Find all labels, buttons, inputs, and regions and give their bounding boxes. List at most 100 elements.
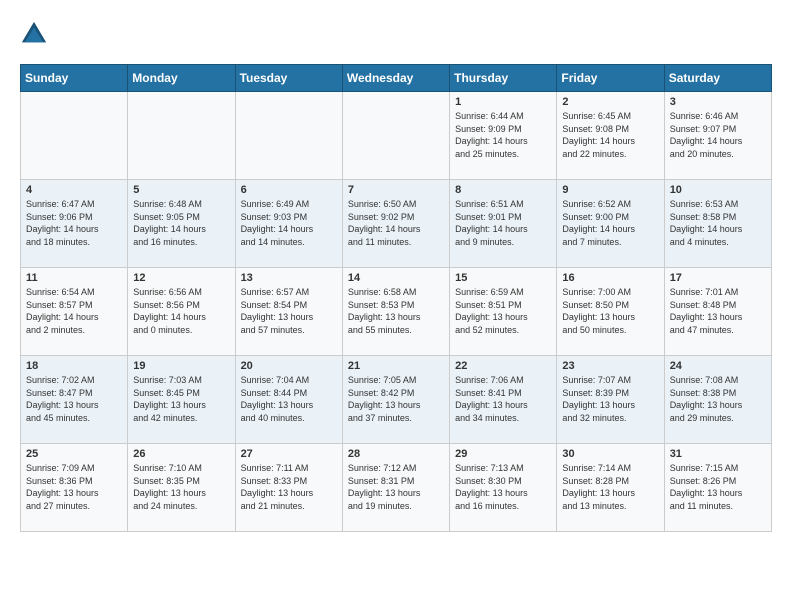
cell-info-line: Daylight: 14 hours (133, 223, 229, 236)
cell-info-line: Daylight: 13 hours (133, 487, 229, 500)
calendar-cell: 13Sunrise: 6:57 AMSunset: 8:54 PMDayligh… (235, 268, 342, 356)
day-number: 8 (455, 184, 551, 196)
calendar-cell: 11Sunrise: 6:54 AMSunset: 8:57 PMDayligh… (21, 268, 128, 356)
cell-info-line: and 2 minutes. (26, 324, 122, 337)
cell-info-line: Sunrise: 7:00 AM (562, 286, 658, 299)
day-number: 15 (455, 272, 551, 284)
cell-info-line: Sunrise: 7:08 AM (670, 374, 766, 387)
cell-info-line: and 4 minutes. (670, 236, 766, 249)
cell-info-line: Daylight: 14 hours (670, 223, 766, 236)
cell-info-line: and 40 minutes. (241, 412, 337, 425)
cell-info-line: and 50 minutes. (562, 324, 658, 337)
calendar-cell: 7Sunrise: 6:50 AMSunset: 9:02 PMDaylight… (342, 180, 449, 268)
cell-info-line: Sunrise: 6:54 AM (26, 286, 122, 299)
calendar-week-row: 18Sunrise: 7:02 AMSunset: 8:47 PMDayligh… (21, 356, 772, 444)
cell-info-line: and 29 minutes. (670, 412, 766, 425)
cell-info-line: and 57 minutes. (241, 324, 337, 337)
cell-info-line: Sunset: 8:36 PM (26, 475, 122, 488)
cell-info-line: Sunset: 8:51 PM (455, 299, 551, 312)
cell-info-line: and 27 minutes. (26, 500, 122, 513)
cell-info-line: Sunset: 9:06 PM (26, 211, 122, 224)
cell-info-line: Sunset: 8:28 PM (562, 475, 658, 488)
calendar-cell: 16Sunrise: 7:00 AMSunset: 8:50 PMDayligh… (557, 268, 664, 356)
cell-info-line: and 14 minutes. (241, 236, 337, 249)
day-of-week-header: Thursday (450, 65, 557, 92)
cell-info-line: Sunrise: 7:03 AM (133, 374, 229, 387)
cell-info-line: Sunrise: 7:02 AM (26, 374, 122, 387)
day-number: 14 (348, 272, 444, 284)
day-number: 1 (455, 96, 551, 108)
cell-info-line: and 47 minutes. (670, 324, 766, 337)
cell-info-line: Sunrise: 7:04 AM (241, 374, 337, 387)
cell-info-line: and 55 minutes. (348, 324, 444, 337)
day-number: 17 (670, 272, 766, 284)
calendar-cell: 29Sunrise: 7:13 AMSunset: 8:30 PMDayligh… (450, 444, 557, 532)
calendar-cell: 4Sunrise: 6:47 AMSunset: 9:06 PMDaylight… (21, 180, 128, 268)
day-of-week-header: Wednesday (342, 65, 449, 92)
cell-info-line: and 13 minutes. (562, 500, 658, 513)
cell-info-line: and 24 minutes. (133, 500, 229, 513)
cell-info-line: Daylight: 13 hours (241, 399, 337, 412)
cell-info-line: Daylight: 13 hours (455, 311, 551, 324)
cell-info-line: Sunrise: 7:10 AM (133, 462, 229, 475)
calendar-cell: 19Sunrise: 7:03 AMSunset: 8:45 PMDayligh… (128, 356, 235, 444)
cell-info-line: Sunset: 8:39 PM (562, 387, 658, 400)
day-of-week-header: Tuesday (235, 65, 342, 92)
day-number: 3 (670, 96, 766, 108)
cell-info-line: Daylight: 14 hours (562, 135, 658, 148)
day-number: 6 (241, 184, 337, 196)
cell-info-line: Daylight: 14 hours (241, 223, 337, 236)
logo (20, 20, 50, 48)
day-number: 25 (26, 448, 122, 460)
calendar-week-row: 1Sunrise: 6:44 AMSunset: 9:09 PMDaylight… (21, 92, 772, 180)
cell-info-line: and 18 minutes. (26, 236, 122, 249)
cell-info-line: and 16 minutes. (455, 500, 551, 513)
cell-info-line: Sunset: 8:41 PM (455, 387, 551, 400)
day-number: 24 (670, 360, 766, 372)
cell-info-line: Daylight: 13 hours (562, 487, 658, 500)
cell-info-line: Sunrise: 7:11 AM (241, 462, 337, 475)
day-number: 29 (455, 448, 551, 460)
cell-info-line: Sunrise: 6:44 AM (455, 110, 551, 123)
cell-info-line: Sunset: 8:26 PM (670, 475, 766, 488)
day-of-week-header: Saturday (664, 65, 771, 92)
cell-info-line: Sunrise: 7:07 AM (562, 374, 658, 387)
calendar-cell: 10Sunrise: 6:53 AMSunset: 8:58 PMDayligh… (664, 180, 771, 268)
day-of-week-header: Friday (557, 65, 664, 92)
day-number: 2 (562, 96, 658, 108)
cell-info-line: Sunrise: 7:13 AM (455, 462, 551, 475)
cell-info-line: Sunset: 8:53 PM (348, 299, 444, 312)
day-number: 28 (348, 448, 444, 460)
calendar-cell: 5Sunrise: 6:48 AMSunset: 9:05 PMDaylight… (128, 180, 235, 268)
calendar-cell: 28Sunrise: 7:12 AMSunset: 8:31 PMDayligh… (342, 444, 449, 532)
cell-info-line: Daylight: 14 hours (348, 223, 444, 236)
day-number: 22 (455, 360, 551, 372)
day-number: 7 (348, 184, 444, 196)
day-number: 11 (26, 272, 122, 284)
cell-info-line: and 37 minutes. (348, 412, 444, 425)
cell-info-line: and 0 minutes. (133, 324, 229, 337)
cell-info-line: Sunset: 8:30 PM (455, 475, 551, 488)
day-number: 16 (562, 272, 658, 284)
cell-info-line: Daylight: 14 hours (455, 135, 551, 148)
day-number: 23 (562, 360, 658, 372)
calendar-cell: 20Sunrise: 7:04 AMSunset: 8:44 PMDayligh… (235, 356, 342, 444)
cell-info-line: and 32 minutes. (562, 412, 658, 425)
cell-info-line: Sunrise: 6:50 AM (348, 198, 444, 211)
cell-info-line: Sunrise: 6:58 AM (348, 286, 444, 299)
cell-info-line: Sunset: 8:58 PM (670, 211, 766, 224)
cell-info-line: and 34 minutes. (455, 412, 551, 425)
cell-info-line: Sunrise: 6:59 AM (455, 286, 551, 299)
cell-info-line: Sunset: 8:57 PM (26, 299, 122, 312)
calendar-cell: 30Sunrise: 7:14 AMSunset: 8:28 PMDayligh… (557, 444, 664, 532)
cell-info-line: and 25 minutes. (455, 148, 551, 161)
calendar-cell (21, 92, 128, 180)
calendar-cell: 31Sunrise: 7:15 AMSunset: 8:26 PMDayligh… (664, 444, 771, 532)
cell-info-line: Daylight: 14 hours (133, 311, 229, 324)
day-number: 27 (241, 448, 337, 460)
calendar-cell: 15 Sunrise: 6:59 AMSunset: 8:51 PMDayligh… (450, 268, 557, 356)
day-number: 12 (133, 272, 229, 284)
cell-info-line: Sunset: 8:31 PM (348, 475, 444, 488)
cell-info-line: Sunrise: 6:56 AM (133, 286, 229, 299)
day-number: 20 (241, 360, 337, 372)
